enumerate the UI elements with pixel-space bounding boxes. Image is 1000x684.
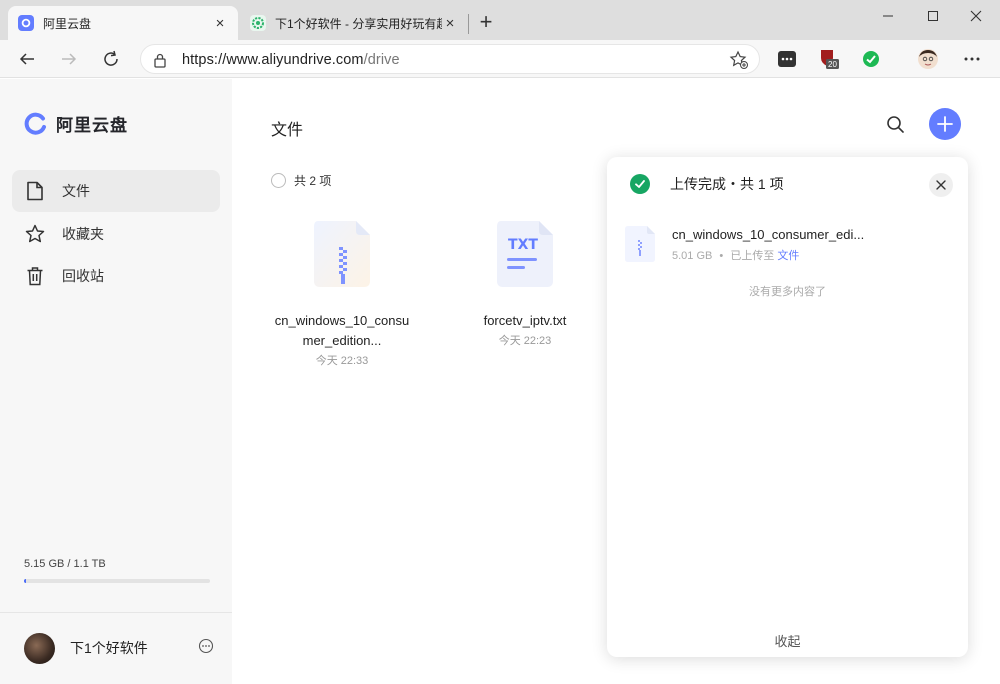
select-all-checkbox[interactable]: 共 2 项 — [271, 172, 331, 189]
upload-file-size: 5.01 GB — [672, 250, 713, 262]
plus-icon — [937, 116, 953, 132]
file-icon — [24, 180, 46, 202]
url-path: /drive — [363, 52, 400, 68]
refresh-icon[interactable] — [100, 48, 122, 70]
add-favorite-icon[interactable] — [729, 50, 749, 75]
forward-arrow-icon[interactable] — [58, 48, 80, 70]
profile-avatar-icon[interactable] — [917, 48, 939, 70]
avatar[interactable] — [24, 632, 55, 664]
upload-file-name: cn_windows_10_consumer_edi... — [672, 227, 865, 242]
meta-separator: • — [719, 250, 724, 262]
file-time: 今天 22:33 — [315, 355, 369, 367]
url-text[interactable]: https://www.aliyundrive.com/drive — [182, 52, 400, 68]
ublock-extension-icon[interactable]: 20 — [818, 48, 840, 70]
browser-tab-bar: 阿里云盘 × 下1个好软件 - 分享实用好玩有趣 × + — [0, 0, 1000, 40]
url-host: https://www.aliyundrive.com — [182, 52, 364, 68]
trash-icon — [24, 265, 46, 287]
lock-icon — [153, 52, 167, 73]
storage-progress-fill — [24, 579, 26, 583]
more-menu-icon[interactable] — [961, 48, 983, 70]
upload-destination-link[interactable]: 文件 — [777, 250, 799, 262]
sidebar: 阿里云盘 文件 收藏夹 回收站 5.15 GB / 1.1 TB 下1个好软件 — [0, 79, 232, 684]
storage-usage-text: 5.15 GB / 1.1 TB — [24, 558, 106, 570]
upload-status: 已上传至 — [730, 250, 775, 262]
add-button[interactable] — [929, 108, 961, 140]
check-extension-icon[interactable] — [860, 48, 882, 70]
user-profile[interactable]: 下1个好软件 — [24, 632, 214, 664]
upload-panel-title: 上传完成・共 1 项 — [670, 176, 784, 192]
upload-file-meta: 5.01 GB • 已上传至 文件 — [672, 247, 799, 263]
txt-badge: TXT — [508, 237, 538, 253]
browser-toolbar: https://www.aliyundrive.com/drive 20 — [0, 40, 1000, 78]
file-item[interactable]: TXT forcetv_iptv.txt 今天 22:23 — [455, 219, 595, 348]
file-item[interactable]: cn_windows_10_consumer_edition... 今天 22:… — [272, 219, 412, 368]
tab-title: 下1个好软件 - 分享实用好玩有趣 — [275, 16, 442, 31]
more-options-icon[interactable] — [198, 638, 214, 659]
page-title: 文件 — [271, 122, 304, 139]
upload-item[interactable]: cn_windows_10_consumer_edi... 5.01 GB • … — [624, 225, 954, 265]
back-arrow-icon[interactable] — [16, 48, 38, 70]
select-all-label: 共 2 项 — [294, 174, 332, 188]
txt-file-icon: TXT — [495, 219, 555, 289]
minimize-icon[interactable] — [876, 6, 900, 26]
sidebar-item-label: 回收站 — [62, 268, 104, 284]
aliyundrive-logo-icon — [24, 112, 46, 135]
sidebar-item-files[interactable]: 文件 — [12, 170, 220, 212]
sidebar-divider — [0, 612, 232, 613]
tab-close-icon[interactable]: × — [212, 15, 228, 32]
extension-badge: 20 — [828, 60, 837, 69]
sidebar-item-label: 收藏夹 — [62, 226, 104, 242]
window-close-icon[interactable] — [964, 6, 988, 26]
no-more-content-text: 没有更多内容了 — [749, 286, 826, 298]
tab-aliyundrive[interactable]: 阿里云盘 × — [8, 6, 238, 40]
upload-panel-header: 上传完成・共 1 项 — [630, 174, 784, 194]
tab-separator — [468, 14, 469, 34]
storage-progress-bar — [24, 579, 210, 583]
tab-title: 阿里云盘 — [43, 16, 92, 31]
address-bar[interactable]: https://www.aliyundrive.com/drive — [140, 44, 760, 74]
search-icon[interactable] — [884, 113, 908, 137]
sidebar-item-favorites[interactable]: 收藏夹 — [12, 213, 220, 255]
success-check-icon — [630, 174, 650, 194]
file-time: 今天 22:23 — [498, 335, 552, 347]
new-tab-button[interactable]: + — [476, 11, 496, 33]
maximize-icon[interactable] — [921, 6, 945, 26]
select-all-radio[interactable] — [271, 173, 286, 188]
sidebar-item-trash[interactable]: 回收站 — [12, 255, 220, 297]
file-name: forcetv_iptv.txt — [483, 313, 567, 328]
logo-text: 阿里云盘 — [56, 116, 128, 135]
zip-file-icon — [624, 225, 656, 263]
file-name: cn_windows_10_consumer_edition... — [274, 313, 410, 348]
collapse-button[interactable]: 收起 — [607, 631, 968, 650]
tab-close-icon[interactable]: × — [442, 15, 458, 32]
aliyundrive-favicon-icon — [18, 15, 34, 31]
tab-xia1ge[interactable]: 下1个好软件 - 分享实用好玩有趣 × — [240, 6, 468, 40]
sidebar-item-label: 文件 — [62, 183, 90, 199]
upload-panel: 上传完成・共 1 项 cn_windows_10_consumer_edi...… — [607, 157, 968, 657]
user-name: 下1个好软件 — [70, 640, 148, 656]
close-icon[interactable] — [929, 173, 953, 197]
extension-dots-icon[interactable] — [776, 48, 798, 70]
app-logo[interactable]: 阿里云盘 — [24, 111, 128, 136]
zip-file-icon — [312, 219, 372, 289]
gear-favicon-icon — [250, 15, 266, 31]
star-icon — [24, 223, 46, 245]
